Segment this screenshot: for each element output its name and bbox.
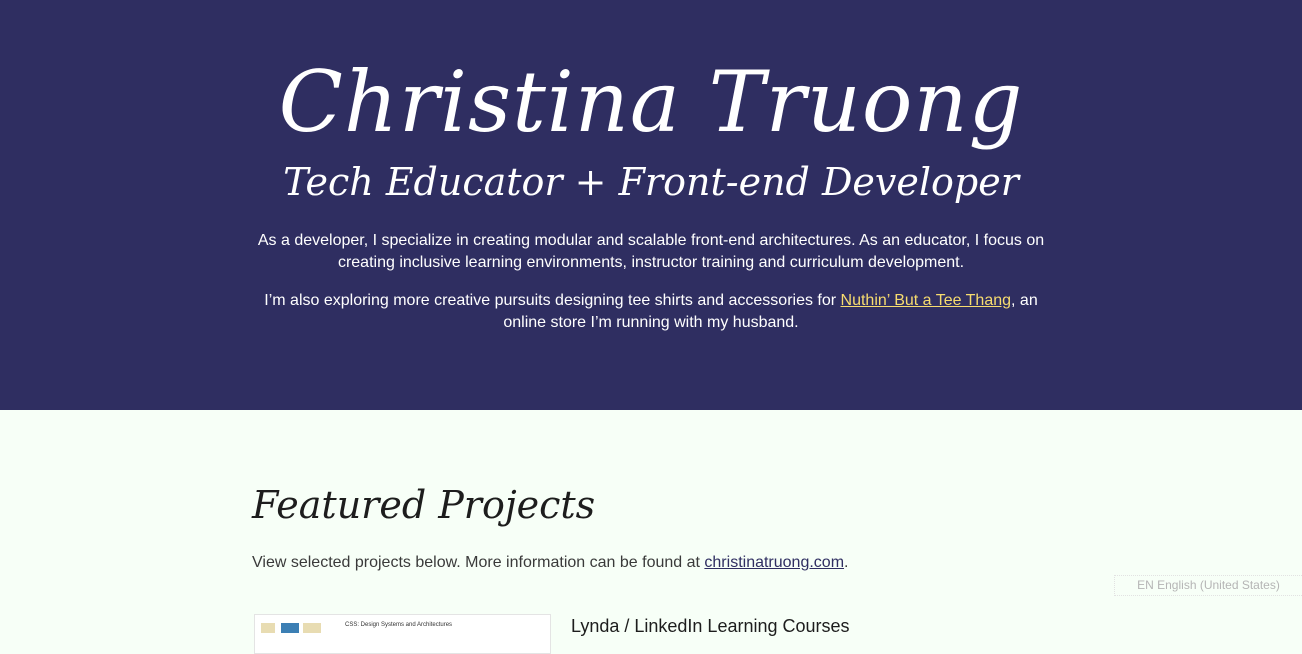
language-selector[interactable]: EN English (United States) (1114, 575, 1302, 596)
hero-section: Christina Truong Tech Educator + Front-e… (0, 0, 1302, 410)
project-thumbnail[interactable]: CSS: Design Systems and Architectures (254, 614, 551, 654)
thumbnail-graphic (261, 623, 275, 633)
featured-projects-heading: Featured Projects (252, 483, 596, 527)
hero-store-text-before: I’m also exploring more creative pursuit… (264, 292, 841, 309)
hero-tagline: Tech Educator + Front-end Developer (283, 160, 1019, 204)
hero-intro-paragraph: As a developer, I specialize in creating… (257, 232, 1045, 271)
christinatruong-link[interactable]: christinatruong.com (704, 554, 844, 571)
projects-intro-before: View selected projects below. More infor… (252, 554, 705, 571)
thumbnail-graphic (281, 623, 299, 633)
project-title[interactable]: Lynda / LinkedIn Learning Courses (571, 614, 850, 638)
tee-store-link[interactable]: Nuthin’ But a Tee Thang (841, 292, 1012, 309)
hero-store-paragraph: I’m also exploring more creative pursuit… (251, 290, 1051, 334)
thumbnail-caption: CSS: Design Systems and Architectures (345, 622, 453, 628)
thumbnail-graphic (303, 623, 321, 633)
projects-intro-text: View selected projects below. More infor… (252, 552, 848, 574)
projects-intro-after: . (844, 554, 849, 571)
site-owner-name: Christina Truong (278, 53, 1024, 151)
